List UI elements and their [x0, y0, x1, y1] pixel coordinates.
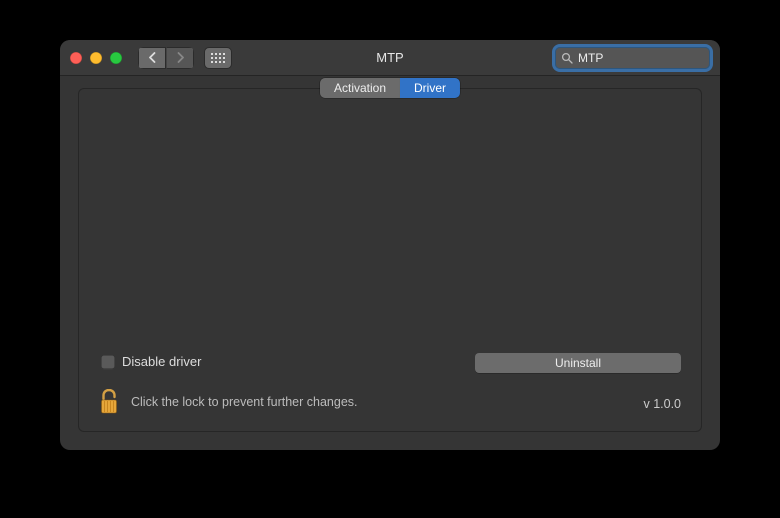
tab-activation[interactable]: Activation	[320, 78, 400, 98]
tab-driver[interactable]: Driver	[400, 78, 460, 98]
lock-row: Click the lock to prevent further change…	[99, 389, 358, 415]
disable-driver-label: Disable driver	[122, 354, 201, 369]
forward-button[interactable]	[166, 47, 194, 69]
traffic-lights	[70, 52, 122, 64]
content-area: Activation Driver Disable driver Uninsta…	[60, 76, 720, 450]
show-all-button[interactable]	[204, 47, 232, 69]
nav-buttons	[138, 47, 194, 69]
titlebar: MTP	[60, 40, 720, 76]
disable-driver-row: Disable driver	[101, 354, 201, 369]
search-field[interactable]	[555, 47, 710, 69]
maximize-icon[interactable]	[110, 52, 122, 64]
panel: Activation Driver Disable driver Uninsta…	[78, 88, 702, 432]
tab-switcher: Activation Driver	[320, 78, 460, 98]
grid-icon	[211, 53, 225, 63]
back-button[interactable]	[138, 47, 166, 69]
disable-driver-checkbox[interactable]	[101, 355, 115, 369]
minimize-icon[interactable]	[90, 52, 102, 64]
search-icon	[561, 52, 573, 64]
chevron-left-icon	[148, 52, 157, 63]
chevron-right-icon	[176, 52, 185, 63]
version-label: v 1.0.0	[643, 397, 681, 411]
uninstall-button[interactable]: Uninstall	[475, 353, 681, 373]
lock-icon[interactable]	[99, 389, 119, 415]
search-input[interactable]	[578, 47, 720, 69]
preferences-window: MTP Activation Driver Disable driver Uni…	[60, 40, 720, 450]
close-icon[interactable]	[70, 52, 82, 64]
window-title: MTP	[376, 50, 403, 65]
lock-message: Click the lock to prevent further change…	[131, 395, 358, 409]
